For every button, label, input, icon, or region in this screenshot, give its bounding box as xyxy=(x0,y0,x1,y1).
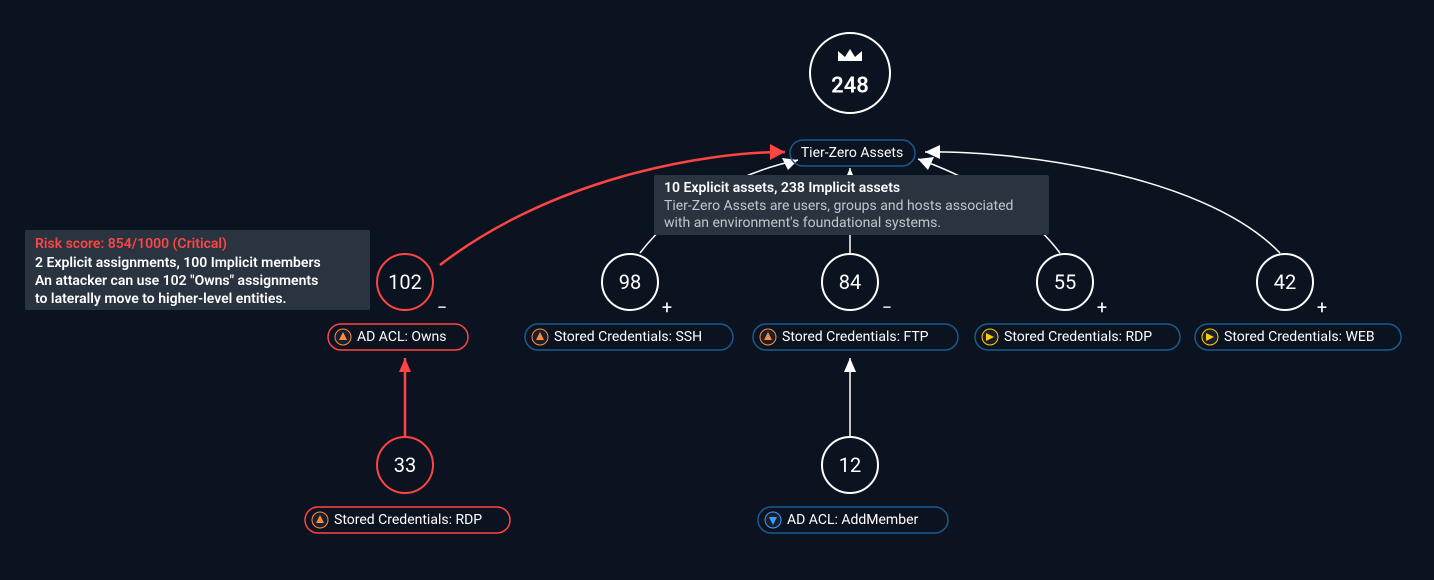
node-84-label: Stored Credentials: FTP xyxy=(782,329,929,345)
node-33-label: Stored Credentials: RDP xyxy=(334,512,482,528)
node-55-label: Stored Credentials: RDP xyxy=(1004,329,1152,345)
node-102[interactable]: 102 − xyxy=(377,254,447,319)
node-55[interactable]: 55 + xyxy=(1037,254,1107,319)
svg-text:with an environment's foundati: with an environment's foundational syste… xyxy=(664,215,941,231)
node-42-pm[interactable]: + xyxy=(1317,298,1327,319)
svg-text:to laterally move to higher-le: to laterally move to higher-level entiti… xyxy=(35,291,287,307)
node-84-pill[interactable]: Stored Credentials: FTP xyxy=(753,324,958,350)
node-12-count: 12 xyxy=(839,453,861,477)
node-84-pm[interactable]: − xyxy=(882,298,892,319)
node-98-count: 98 xyxy=(619,270,641,294)
node-98-pill[interactable]: Stored Credentials: SSH xyxy=(525,324,733,350)
node-12-label: AD ACL: AddMember xyxy=(787,512,918,528)
node-98-pm[interactable]: + xyxy=(662,298,672,319)
node-102-pm[interactable]: − xyxy=(437,298,447,319)
tooltip-line2: with an environment's foundational syste… xyxy=(664,215,941,231)
root-count: 248 xyxy=(831,74,869,99)
risk-line1: 2 Explicit assignments, 100 Implicit mem… xyxy=(35,255,321,271)
crown-icon xyxy=(838,49,862,61)
svg-text:Risk score: 854/1000 (Critical: Risk score: 854/1000 (Critical) xyxy=(35,236,227,252)
node-84-count: 84 xyxy=(839,270,861,294)
svg-text:Tier-Zero Assets are users, gr: Tier-Zero Assets are users, groups and h… xyxy=(664,198,1013,214)
risk-line2: An attacker can use 102 "Owns" assignmen… xyxy=(35,273,318,289)
node-84[interactable]: 84 − xyxy=(822,254,892,319)
svg-text:2 Explicit assignments, 100 Im: 2 Explicit assignments, 100 Implicit mem… xyxy=(35,255,321,271)
tooltip-line1: Tier-Zero Assets are users, groups and h… xyxy=(664,198,1013,214)
root-node[interactable]: 248 xyxy=(810,33,890,113)
node-33-pill[interactable]: Stored Credentials: RDP xyxy=(305,507,510,533)
risk-tooltip: Risk score: 854/1000 (Critical) 2 Explic… xyxy=(25,230,370,310)
risk-title: Risk score: 854/1000 (Critical) xyxy=(35,236,227,252)
node-102-label: AD ACL: Owns xyxy=(357,329,446,345)
node-102-pill[interactable]: AD ACL: Owns xyxy=(328,324,468,350)
node-55-pm[interactable]: + xyxy=(1097,298,1107,319)
node-12-pill[interactable]: AD ACL: AddMember xyxy=(758,507,948,533)
arrow-12-84 xyxy=(844,358,856,372)
node-12[interactable]: 12 xyxy=(822,437,878,493)
root-tooltip: 10 Explicit assets, 238 Implicit assets … xyxy=(654,175,1049,235)
node-42-pill[interactable]: Stored Credentials: WEB xyxy=(1195,324,1401,350)
arrow-33-102 xyxy=(399,358,411,372)
node-42-count: 42 xyxy=(1274,270,1296,294)
node-98-label: Stored Credentials: SSH xyxy=(554,329,702,345)
node-42[interactable]: 42 + xyxy=(1257,254,1327,319)
svg-text:10 Explicit assets, 238 Implic: 10 Explicit assets, 238 Implicit assets xyxy=(664,180,900,196)
node-33[interactable]: 33 xyxy=(377,437,433,493)
arrow-42-root xyxy=(925,145,940,159)
svg-text:An attacker can use 102 "Owns": An attacker can use 102 "Owns" assignmen… xyxy=(35,273,318,289)
root-label: Tier-Zero Assets xyxy=(801,145,903,161)
node-102-count: 102 xyxy=(388,270,422,294)
risk-line3: to laterally move to higher-level entiti… xyxy=(35,291,287,307)
node-33-count: 33 xyxy=(394,453,416,477)
node-55-count: 55 xyxy=(1054,270,1076,294)
node-42-label: Stored Credentials: WEB xyxy=(1224,329,1375,345)
root-label-pill[interactable]: Tier-Zero Assets xyxy=(790,140,915,166)
arrow-102-root xyxy=(770,144,785,160)
node-55-pill[interactable]: Stored Credentials: RDP xyxy=(975,324,1180,350)
tooltip-title: 10 Explicit assets, 238 Implicit assets xyxy=(664,180,900,196)
node-98[interactable]: 98 + xyxy=(602,254,672,319)
